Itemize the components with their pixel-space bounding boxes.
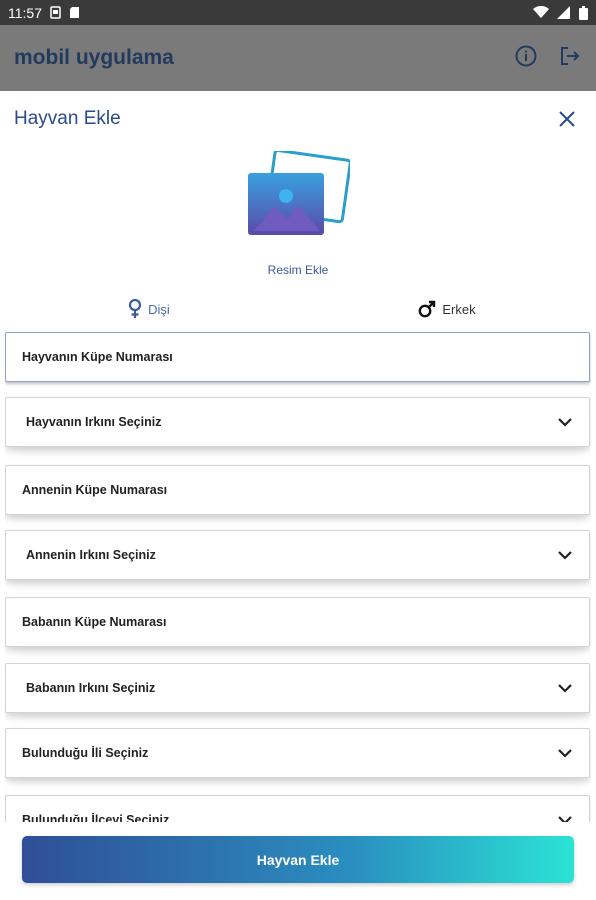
status-time: 11:57: [8, 4, 42, 21]
animal-ear-tag-input[interactable]: Hayvanın Küpe Numarası: [5, 332, 590, 382]
battery-icon: [579, 5, 588, 20]
sim-icon: [50, 6, 61, 19]
field-label: Bulunduğu İlçeyi Seçiniz: [22, 813, 170, 822]
mother-ear-tag-input[interactable]: Annenin Küpe Numarası: [5, 465, 590, 515]
field-label: Babanın Küpe Numarası: [22, 615, 167, 629]
add-photo-button[interactable]: Resim Ekle: [0, 151, 596, 281]
gender-male-label: Erkek: [442, 301, 476, 317]
status-bar: 11:57: [0, 0, 596, 25]
field-label: Annenin Irkını Seçiniz: [26, 548, 156, 562]
app-title: mobil uygulama: [14, 46, 174, 69]
chevron-down-icon: [557, 417, 573, 427]
form-fields: Hayvanın Küpe Numarası Hayvanın Irkını S…: [5, 332, 591, 822]
field-label: Bulunduğu İli Seçiniz: [22, 746, 149, 760]
add-animal-button-label: Hayvan Ekle: [256, 851, 340, 868]
wifi-icon: [533, 6, 549, 19]
gender-male-option[interactable]: Erkek: [298, 294, 596, 324]
sheet-title: Hayvan Ekle: [14, 108, 121, 129]
father-breed-select[interactable]: Babanın Irkını Seçiniz: [5, 663, 590, 713]
field-label: Hayvanın Küpe Numarası: [22, 350, 173, 364]
field-label: Hayvanın Irkını Seçiniz: [26, 415, 162, 429]
sd-card-icon: [69, 6, 80, 19]
close-icon: [559, 111, 575, 127]
field-label: Babanın Irkını Seçiniz: [26, 681, 156, 695]
male-icon: [418, 300, 436, 318]
chevron-down-icon: [557, 748, 573, 758]
animal-breed-select[interactable]: Hayvanın Irkını Seçiniz: [5, 397, 590, 447]
chevron-down-icon: [557, 550, 573, 560]
add-animal-button[interactable]: Hayvan Ekle: [22, 836, 574, 883]
close-button[interactable]: [552, 104, 582, 134]
female-icon: [129, 299, 142, 318]
chevron-down-icon: [557, 683, 573, 693]
province-select[interactable]: Bulunduğu İli Seçiniz: [5, 728, 590, 778]
signal-icon: [557, 6, 571, 19]
app-bar: mobil uygulama: [0, 25, 596, 91]
logout-icon[interactable]: [558, 44, 582, 73]
info-icon[interactable]: [514, 44, 538, 73]
field-label: Annenin Küpe Numarası: [22, 483, 168, 497]
sheet-header: Hayvan Ekle: [0, 91, 596, 147]
father-ear-tag-input[interactable]: Babanın Küpe Numarası: [5, 597, 590, 647]
add-animal-sheet: Hayvan Ekle Resim Ekle Dişi Erkek Hayvan…: [0, 91, 596, 900]
add-photo-label: Resim Ekle: [267, 263, 329, 277]
image-icon: [248, 151, 350, 235]
chevron-down-icon: [557, 815, 573, 822]
district-select[interactable]: Bulunduğu İlçeyi Seçiniz: [5, 795, 590, 822]
mother-breed-select[interactable]: Annenin Irkını Seçiniz: [5, 530, 590, 580]
gender-selector: Dişi Erkek: [0, 294, 596, 324]
gender-female-option[interactable]: Dişi: [0, 294, 298, 324]
gender-female-label: Dişi: [148, 301, 170, 317]
